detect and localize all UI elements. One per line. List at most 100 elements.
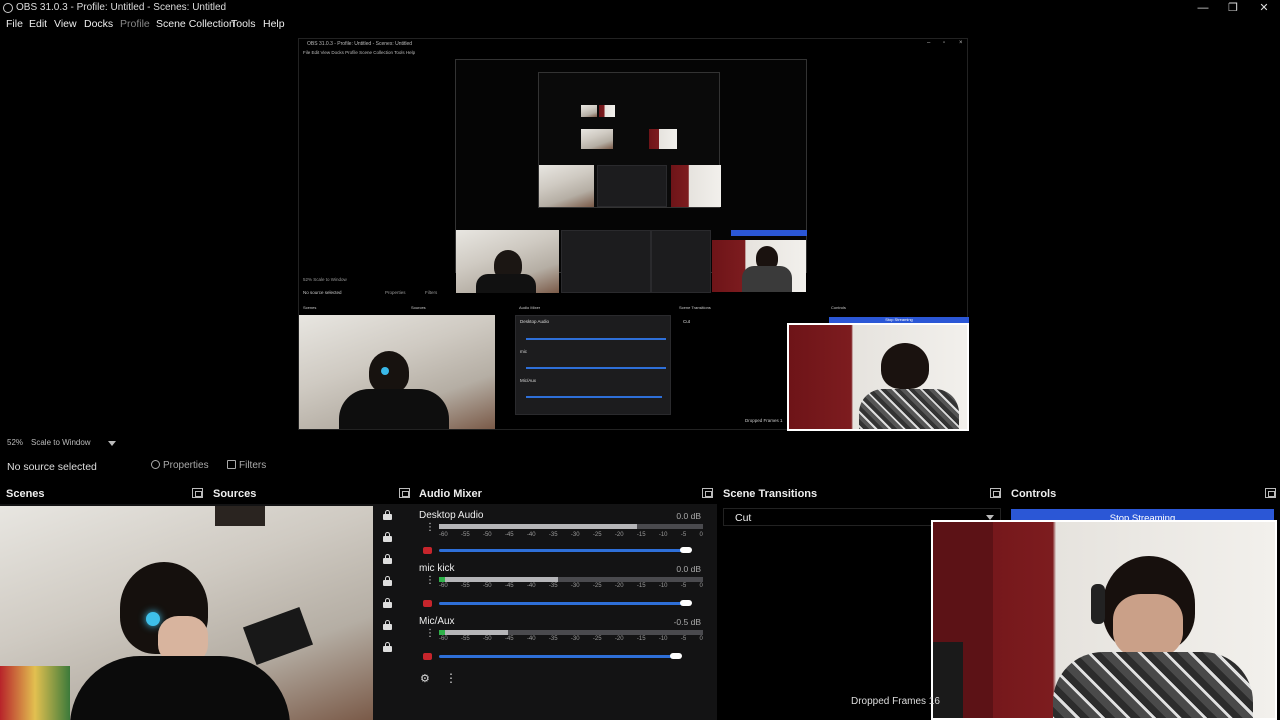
meter-tick-label: -50 (482, 636, 492, 642)
mixer-menu-icon[interactable]: ⋮ (445, 671, 457, 685)
transitions-dock-header: Scene Transitions (717, 484, 1005, 504)
nested-controls-header: Controls (831, 305, 846, 310)
meter-tick-label: -60 (439, 532, 448, 538)
scale-mode-select[interactable]: Scale to Window (31, 438, 91, 447)
window-title: OBS 31.0.3 - Profile: Untitled - Scenes:… (16, 2, 227, 13)
mute-icon[interactable] (423, 547, 432, 554)
menu-docks[interactable]: Docks (84, 18, 113, 30)
menu-scene-collection[interactable]: Scene Collection (156, 18, 235, 30)
menu-file[interactable]: File (6, 18, 23, 30)
menu-tools[interactable]: Tools (231, 18, 256, 30)
controls-dock-header: Controls (1005, 484, 1280, 504)
nested-menu: File Edit View Docks Profile Scene Colle… (303, 50, 416, 55)
channel-menu-icon[interactable]: ⋮ (425, 523, 435, 533)
lock-icon[interactable] (383, 642, 392, 652)
undock-icon[interactable] (399, 488, 410, 498)
nested-capture-3 (538, 72, 721, 208)
lock-icon[interactable] (383, 576, 392, 586)
filters-button[interactable]: Filters (227, 460, 266, 475)
nested2-webcam-right (712, 240, 806, 292)
tiny-webcam-3 (581, 129, 613, 149)
volume-slider-handle[interactable] (680, 547, 692, 553)
tiny-webcam-2 (599, 105, 615, 117)
nested-sources-header: Sources (411, 305, 426, 310)
lock-icon[interactable] (383, 554, 392, 564)
meter-tick-label: -15 (636, 583, 646, 589)
meter-tick-label: -10 (658, 583, 668, 589)
volume-slider[interactable] (439, 655, 676, 658)
channel-menu-icon[interactable]: ⋮ (425, 629, 435, 639)
volume-meter (439, 630, 703, 635)
nested-maximize-icon: ▫ (943, 40, 946, 46)
maximize-button[interactable]: ❐ (1218, 0, 1248, 16)
volume-slider[interactable] (439, 602, 686, 605)
volume-slider-handle[interactable] (680, 600, 692, 606)
channel-name: mic kick (419, 563, 455, 574)
properties-button[interactable]: Properties (151, 460, 209, 475)
nested-webcam-right (787, 323, 969, 431)
headset-light (146, 612, 160, 626)
scale-mode-chevron-icon[interactable] (108, 441, 116, 446)
meter-tick-label: 0 (699, 583, 703, 589)
meter-scale: -60 -55 -50 -45 -40 -35 -30 -25 -20 -15 -10 -5 0 (439, 583, 703, 589)
channel-menu-icon[interactable]: ⋮ (425, 576, 435, 586)
mixer-channel-desktop-audio: Desktop Audio 0.0 dB -60 -55 -50 -45 -40 -35-… (419, 510, 709, 560)
nested-mixer-header: Audio Mixer (519, 305, 541, 310)
sources-title: Sources (213, 488, 257, 500)
volume-slider[interactable] (439, 549, 686, 552)
meter-tick-label: -35 (548, 636, 558, 642)
nested-no-source: No source selected (303, 290, 342, 295)
mixer-settings-gear-icon[interactable]: ⚙ (420, 672, 430, 685)
lock-icon[interactable] (383, 620, 392, 630)
menu-view[interactable]: View (54, 18, 77, 30)
volume-meter (439, 524, 703, 529)
meter-tick-label: -45 (504, 532, 514, 538)
meter-tick-label: -55 (460, 583, 470, 589)
meter-tick-label: 0 (699, 636, 703, 642)
transitions-title: Scene Transitions (723, 488, 818, 500)
tiny-webcam-6 (671, 165, 721, 207)
preview-zoom-bar: 52% Scale to Window (0, 436, 1280, 450)
undock-icon[interactable] (192, 488, 203, 498)
meter-tick-label: -15 (636, 636, 646, 642)
controls-title: Controls (1011, 488, 1057, 500)
meter-scale: -60 -55 -50 -45 -40 -35 -30 -25 -20 -15 -10 -5 0 (439, 636, 703, 642)
meter-tick-label: -60 (439, 636, 448, 642)
meter-tick-label: -40 (526, 636, 536, 642)
nested-mic: mic (520, 349, 527, 354)
lock-icon[interactable] (383, 510, 392, 520)
mixer-channel-mic-kick: mic kick 0.0 dB -60 -55 -50 -45 -40 -35 -30 -25… (419, 563, 709, 613)
volume-slider-handle[interactable] (670, 653, 682, 659)
menu-profile[interactable]: Profile (120, 18, 150, 30)
filter-icon (227, 460, 236, 469)
meter-tick-label: -20 (614, 532, 624, 538)
tiny-webcam-4 (649, 129, 677, 149)
nested2-stop-button (731, 230, 807, 236)
nested-mixer-panel: Desktop Audio mic Mic/Aux (515, 315, 671, 415)
undock-icon[interactable] (990, 488, 1001, 498)
nested-filters: Filters (425, 290, 438, 295)
menu-edit[interactable]: Edit (29, 18, 47, 30)
undock-icon[interactable] (702, 488, 713, 498)
meter-scale: -60 -55 -50 -45 -40 -35 -30 -25 -20 -15 -10 -5 0 (439, 532, 703, 538)
meter-tick-label: -60 (439, 583, 448, 589)
close-button[interactable]: ✕ (1249, 0, 1279, 16)
source-toolbar: No source selected Properties Filters (0, 456, 1280, 478)
meter-tick-label: -35 (548, 532, 558, 538)
lock-icon[interactable] (383, 532, 392, 542)
audio-mixer-dock-header: Audio Mixer (413, 484, 717, 504)
nested-desktop-audio: Desktop Audio (520, 319, 550, 324)
mute-icon[interactable] (423, 653, 432, 660)
lock-icon[interactable] (383, 598, 392, 608)
webcam-overlay-left (0, 506, 373, 720)
meter-tick-label: -25 (592, 636, 602, 642)
menu-bar: File Edit View Docks Profile Scene Colle… (0, 16, 1280, 34)
menu-help[interactable]: Help (263, 18, 285, 30)
nested2-webcam-left (456, 230, 559, 293)
nested-properties: Properties (385, 290, 406, 295)
mute-icon[interactable] (423, 600, 432, 607)
undock-icon[interactable] (1265, 488, 1276, 498)
channel-name: Mic/Aux (419, 616, 455, 627)
meter-tick-label: 0 (699, 532, 703, 538)
minimize-button[interactable]: — (1188, 0, 1218, 16)
